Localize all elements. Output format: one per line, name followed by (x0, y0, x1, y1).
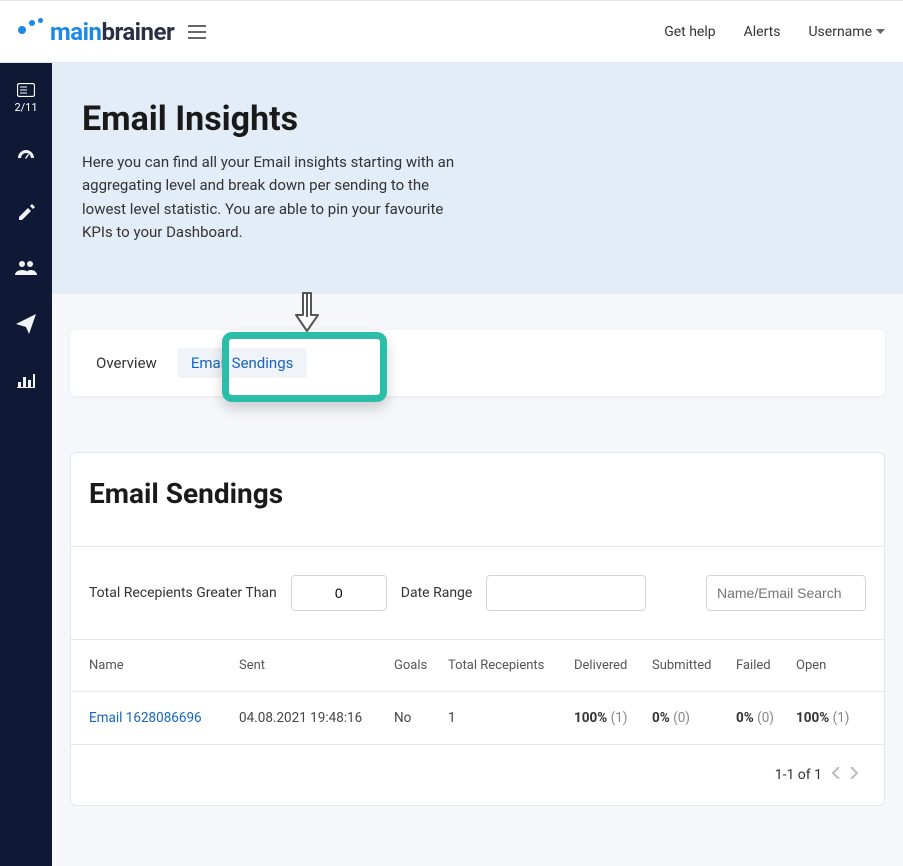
pagination-label: 1-1 of 1 (775, 767, 822, 783)
row-delivered: 100% (1) (574, 710, 652, 726)
row-name-link[interactable]: Email 1628086696 (89, 710, 239, 726)
th-goals[interactable]: Goals (394, 658, 448, 673)
search-input[interactable] (706, 575, 866, 611)
alerts-link[interactable]: Alerts (744, 24, 781, 40)
send-icon[interactable] (16, 314, 36, 338)
hero-section: Email Insights Here you can find all you… (52, 63, 903, 294)
total-recipients-input[interactable] (291, 575, 387, 611)
page-title: Email Insights (82, 99, 903, 139)
date-range-input[interactable] (486, 575, 646, 611)
menu-toggle-icon[interactable] (188, 25, 206, 39)
prev-page-icon[interactable] (832, 767, 840, 783)
chevron-down-icon (876, 29, 885, 35)
row-open: 100% (1) (796, 710, 866, 726)
total-recipients-label: Total Recepients Greater Than (89, 585, 277, 601)
row-total: 1 (448, 710, 574, 726)
row-sent: 04.08.2021 19:48:16 (239, 710, 394, 726)
tab-email-sendings[interactable]: Email Sendings (177, 348, 308, 378)
tabs-card: Overview Email Sendings (70, 330, 885, 396)
table-row: Email 1628086696 04.08.2021 19:48:16 No … (71, 692, 884, 745)
pagination: 1-1 of 1 (71, 745, 884, 805)
sendings-table: Name Sent Goals Total Recepients Deliver… (71, 640, 884, 745)
onboarding-step[interactable]: 2/11 (14, 83, 37, 114)
step-counter: 2/11 (14, 101, 37, 114)
date-range-label: Date Range (401, 585, 473, 601)
email-sendings-card: Email Sendings Total Recepients Greater … (70, 452, 885, 806)
th-sent[interactable]: Sent (239, 658, 394, 673)
logo-dots-icon (18, 18, 46, 46)
row-goals: No (394, 710, 448, 726)
users-icon[interactable] (15, 260, 37, 280)
th-total[interactable]: Total Recepients (448, 658, 574, 673)
get-help-link[interactable]: Get help (664, 24, 715, 40)
next-page-icon[interactable] (850, 767, 858, 783)
card-icon (17, 83, 35, 97)
logo[interactable]: mainbrainer (18, 18, 174, 46)
chart-icon[interactable] (17, 372, 35, 392)
th-delivered[interactable]: Delivered (574, 658, 652, 673)
row-failed: 0% (0) (736, 710, 796, 726)
row-submitted: 0% (0) (652, 710, 736, 726)
left-sidebar: 2/11 (0, 63, 52, 866)
dashboard-icon[interactable] (16, 148, 36, 170)
tab-overview[interactable]: Overview (82, 348, 171, 378)
top-header: mainbrainer Get help Alerts Username (0, 0, 903, 63)
main-content: Email Insights Here you can find all you… (52, 63, 903, 866)
username-label: Username (808, 24, 872, 40)
filters-row: Total Recepients Greater Than Date Range (71, 546, 884, 640)
th-failed[interactable]: Failed (736, 658, 796, 673)
table-header: Name Sent Goals Total Recepients Deliver… (71, 640, 884, 692)
th-submitted[interactable]: Submitted (652, 658, 736, 673)
page-description: Here you can find all your Email insight… (82, 151, 462, 244)
section-title: Email Sendings (71, 453, 884, 546)
logo-text: mainbrainer (50, 18, 174, 46)
edit-icon[interactable] (17, 204, 35, 226)
th-name[interactable]: Name (89, 658, 239, 673)
th-open[interactable]: Open (796, 658, 866, 673)
username-dropdown[interactable]: Username (808, 24, 885, 40)
